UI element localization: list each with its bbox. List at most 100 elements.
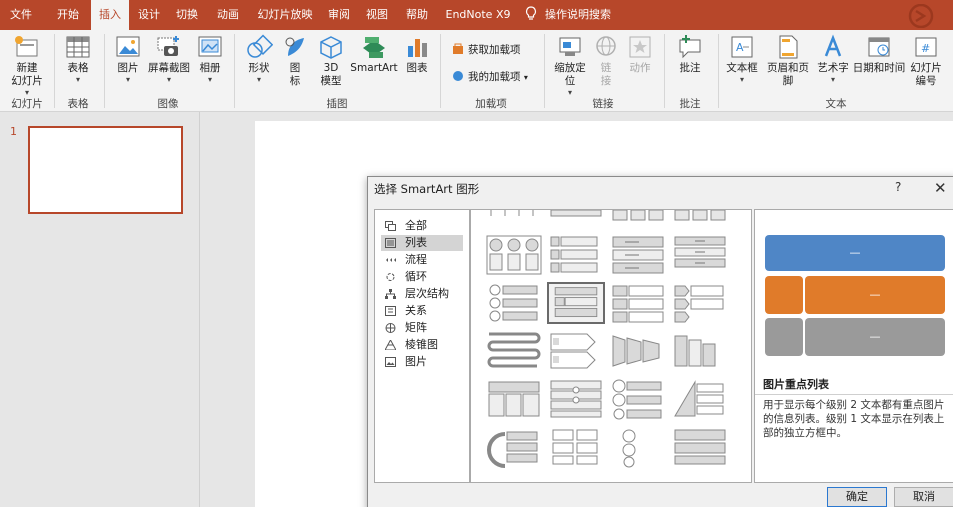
category-list-item[interactable]: 列表 <box>381 235 463 251</box>
tab-transitions[interactable]: 切换 <box>170 0 204 30</box>
screenshot-label: 屏幕截图 <box>148 62 190 74</box>
group-links-label: 链接 <box>592 98 614 110</box>
close-button[interactable]: ✕ <box>934 179 947 197</box>
tab-design[interactable]: 设计 <box>132 0 166 30</box>
category-picture[interactable]: 图片 <box>381 354 463 370</box>
tab-insert[interactable]: 插入 <box>91 0 129 31</box>
dialog-title: 选择 SmartArt 图形 <box>374 182 480 196</box>
category-label: 全部 <box>405 219 427 232</box>
3d-models-button[interactable]: 3D 模型 <box>314 34 348 88</box>
tell-me-search[interactable]: 操作说明搜索 <box>525 0 611 30</box>
group-separator <box>544 34 545 108</box>
picture-button[interactable]: 图片 ▾ <box>110 34 146 84</box>
layout-gallery: ▲ ▼ <box>470 209 752 483</box>
shapes-icon <box>247 34 273 58</box>
my-addins-button[interactable]: 我的加载项 ▾ <box>452 69 528 84</box>
photo-album-button[interactable]: 相册 ▾ <box>194 34 226 84</box>
header-footer-label: 页眉和页脚 <box>767 62 809 87</box>
layout-thumbnail[interactable] <box>485 330 543 372</box>
category-list: 全部 列表 流程 循环 层次结构 关系 矩阵 棱锥图 图片 <box>374 209 470 483</box>
tab-help[interactable]: 帮助 <box>400 0 434 30</box>
shapes-button[interactable]: 形状 ▾ <box>240 34 278 84</box>
tab-file[interactable]: 文件 <box>4 0 38 30</box>
layout-thumbnail[interactable] <box>485 378 543 420</box>
category-hierarchy[interactable]: 层次结构 <box>381 286 463 302</box>
tab-endnote[interactable]: EndNote X9 <box>442 0 514 30</box>
table-label: 表格 <box>67 62 89 74</box>
textbox-button[interactable]: A 文本框 ▾ <box>722 34 762 84</box>
tab-animations[interactable]: 动画 <box>210 0 246 30</box>
preview-title: 图片重点列表 <box>763 378 829 391</box>
wordart-button[interactable]: 艺术字 ▾ <box>816 34 850 84</box>
layout-thumbnail[interactable] <box>547 234 605 276</box>
header-footer-button[interactable]: 页眉和页脚 <box>762 34 814 88</box>
slide-thumbnail[interactable] <box>28 126 183 214</box>
tab-review[interactable]: 审阅 <box>324 0 354 30</box>
ok-button[interactable]: 确定 <box>827 487 887 507</box>
comment-button[interactable]: 批注 <box>670 34 710 75</box>
slide-number-button[interactable]: # 幻灯片 编号 <box>908 34 944 88</box>
link-button[interactable]: 链 接 <box>592 34 620 88</box>
cycle-icon <box>386 273 395 281</box>
category-label: 图片 <box>405 355 427 368</box>
picture-icon <box>116 36 140 57</box>
layout-thumbnail[interactable] <box>609 330 667 372</box>
new-slide-button[interactable]: 新建 幻灯片 ▾ <box>4 34 50 97</box>
layout-thumbnail[interactable] <box>485 234 543 276</box>
icons-label-2: 标 <box>289 75 301 87</box>
tab-home[interactable]: 开始 <box>50 0 86 30</box>
cube-icon <box>320 36 342 59</box>
layout-thumbnail-selected[interactable] <box>547 282 605 324</box>
layout-thumbnail[interactable] <box>609 282 667 324</box>
layout-thumbnail[interactable] <box>671 378 729 420</box>
layout-thumbnail[interactable] <box>547 378 605 420</box>
screenshot-button[interactable]: 屏幕截图 ▾ <box>146 34 192 84</box>
layout-thumbnail[interactable] <box>485 282 543 324</box>
layout-thumbnail[interactable] <box>485 426 543 468</box>
chart-button[interactable]: 图表 <box>400 34 434 75</box>
datetime-button[interactable]: 日期和时间 <box>852 34 906 75</box>
3d-models-label-2: 模型 <box>320 75 342 87</box>
action-button[interactable]: 动作 <box>624 34 656 75</box>
group-addins-label: 加载项 <box>475 98 507 110</box>
chart-label: 图表 <box>406 62 428 74</box>
zoom-button[interactable]: 缩放定 位 ▾ <box>550 34 590 97</box>
comment-label: 批注 <box>679 62 701 74</box>
category-pyramid[interactable]: 棱锥图 <box>381 337 463 353</box>
slide-number-indicator: 1 <box>10 125 17 138</box>
category-label: 层次结构 <box>405 287 449 300</box>
category-label: 循环 <box>405 270 427 283</box>
get-addins-button[interactable]: 获取加载项 <box>452 42 521 57</box>
photo-album-icon <box>198 36 222 57</box>
layout-thumbnail[interactable] <box>671 282 729 324</box>
tab-view[interactable]: 视图 <box>362 0 392 30</box>
layout-thumbnail[interactable] <box>547 330 605 372</box>
category-matrix[interactable]: 矩阵 <box>381 320 463 336</box>
cancel-button[interactable]: 取消 <box>894 487 953 507</box>
chevron-down-icon: ▾ <box>125 75 130 84</box>
layout-thumbnail[interactable] <box>609 378 667 420</box>
category-relationship[interactable]: 关系 <box>381 303 463 319</box>
link-label-2: 接 <box>600 75 612 87</box>
layout-thumbnail[interactable] <box>671 330 729 372</box>
tab-slideshow[interactable]: 幻灯片放映 <box>252 0 318 30</box>
category-cycle[interactable]: 循环 <box>381 269 463 285</box>
help-button[interactable]: ? <box>895 180 901 194</box>
layout-thumbnail[interactable] <box>671 426 729 468</box>
layout-thumbnail[interactable] <box>547 426 605 468</box>
group-separator <box>440 34 441 108</box>
smartart-button[interactable]: SmartArt <box>350 34 398 75</box>
layout-thumbnail[interactable] <box>609 234 667 276</box>
icons-button[interactable]: 图 标 <box>280 34 310 88</box>
category-all[interactable]: 全部 <box>381 218 463 234</box>
category-process[interactable]: 流程 <box>381 252 463 268</box>
layout-thumbnail[interactable] <box>671 234 729 276</box>
table-button[interactable]: 表格 ▾ <box>58 34 98 84</box>
matrix-icon <box>385 323 396 333</box>
textbox-icon: A <box>731 36 753 58</box>
preview-gray-bar: — <box>805 318 945 356</box>
smartart-dialog: 选择 SmartArt 图形 ? ✕ 全部 列表 流程 循环 层次结构 关系 矩… <box>367 176 953 507</box>
group-separator <box>718 34 719 108</box>
layout-thumbnail[interactable] <box>609 426 667 468</box>
ribbon-tab-bar: 文件 开始 插入 设计 切换 动画 幻灯片放映 审阅 视图 帮助 EndNote… <box>0 0 953 31</box>
